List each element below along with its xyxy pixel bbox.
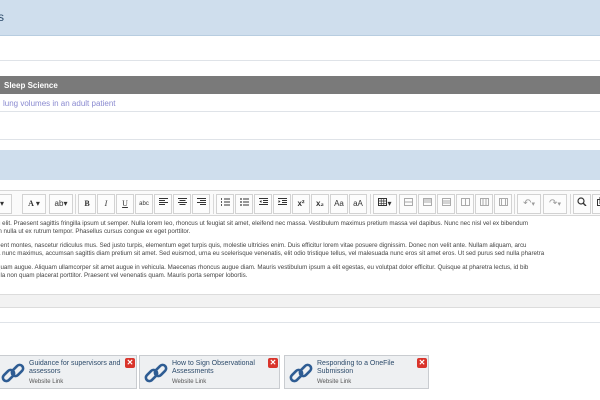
chevron-down-icon: ▾: [63, 199, 68, 208]
resource-card[interactable]: How to Sign Observational Assessments We…: [139, 355, 280, 389]
align-center-icon: [177, 198, 187, 205]
row-insert-after-button[interactable]: [418, 194, 436, 214]
bullet-list-button[interactable]: [235, 194, 253, 214]
col-delete-button[interactable]: [494, 194, 512, 214]
rich-text-editor[interactable]: g elit. Praesent sagittis fringilla ipsu…: [0, 216, 600, 294]
chevron-down-icon: ▾: [35, 199, 40, 208]
redo-button[interactable]: ↷▾: [543, 194, 567, 214]
bold-button[interactable]: B: [78, 194, 96, 214]
table-row-icon: [422, 198, 432, 206]
section-title: Sleep Science: [4, 81, 58, 90]
toolbar-divider: [570, 194, 571, 214]
spellcheck-button[interactable]: [573, 194, 591, 214]
italic-icon: I: [104, 199, 108, 208]
copy-button[interactable]: [592, 194, 600, 214]
page-title: s: [0, 10, 4, 24]
italic-button[interactable]: I: [97, 194, 115, 214]
font-color-icon: A: [28, 199, 34, 208]
section-header: Sleep Science: [0, 76, 600, 94]
card-title[interactable]: Responding to a OneFile Submission: [317, 360, 409, 376]
chevron-down-icon: ▾: [387, 199, 392, 208]
align-right-button[interactable]: [192, 194, 210, 214]
resource-card[interactable]: Guidance for supervisors and assessors W…: [0, 355, 137, 389]
font-color-button[interactable]: A ▾: [22, 194, 46, 214]
align-center-button[interactable]: [173, 194, 191, 214]
ordered-list-icon: [220, 198, 230, 206]
editor-line: ula non quam placerat porttitor. Praesen…: [0, 272, 248, 279]
table-column-icon: [479, 198, 489, 206]
superscript-button[interactable]: x²: [292, 194, 310, 214]
superscript-icon: x²: [297, 199, 305, 208]
row-delete-button[interactable]: [437, 194, 455, 214]
close-icon[interactable]: ✕: [125, 358, 135, 368]
lowercase-button[interactable]: aA: [349, 194, 367, 214]
card-subtitle: Website Link: [317, 379, 352, 385]
align-left-button[interactable]: [154, 194, 172, 214]
toolbar-divider: [213, 194, 214, 214]
table-column-icon: [498, 198, 508, 206]
editor-line: quam augue. Aliquam ullamcorper sit amet…: [0, 264, 529, 271]
underline-button[interactable]: U: [116, 194, 134, 214]
close-icon[interactable]: ✕: [268, 358, 278, 368]
highlight-button[interactable]: ab▾: [49, 194, 73, 214]
card-title[interactable]: How to Sign Observational Assessments: [172, 360, 264, 376]
editor-line: rient montes, nascetur ridiculus mus. Se…: [0, 242, 527, 249]
align-left-icon: [158, 198, 168, 205]
page-header: s: [0, 0, 600, 36]
toolbar-divider: [370, 194, 371, 214]
subscript-button[interactable]: x₂: [311, 194, 329, 214]
chain-link-icon: [289, 363, 313, 383]
resource-card[interactable]: Responding to a OneFile Submission Websi…: [284, 355, 429, 389]
chevron-down-icon: ▾: [0, 199, 4, 208]
col-insert-after-button[interactable]: [475, 194, 493, 214]
empty-row: [0, 112, 600, 140]
table-row-icon: [403, 198, 413, 206]
editor-line: in nulla ut ex rutrum tempor. Phasellus …: [0, 228, 191, 235]
uppercase-button[interactable]: Aa: [330, 194, 348, 214]
editor-statusbar: [0, 294, 600, 308]
strikethrough-button[interactable]: abc: [135, 194, 153, 214]
copy-icon: [596, 197, 600, 206]
table-row-icon: [441, 198, 451, 206]
divider: [0, 322, 600, 323]
spellcheck-icon: [577, 197, 587, 207]
uppercase-icon: Aa: [334, 199, 344, 208]
table-column-icon: [460, 198, 470, 206]
topic-row: lung volumes in an adult patient: [0, 94, 600, 112]
toolbar-divider: [514, 194, 515, 214]
indent-icon: [277, 198, 287, 205]
chevron-down-icon: ▾: [557, 201, 561, 208]
underline-icon: U: [122, 199, 128, 208]
editor-line: g elit. Praesent sagittis fringilla ipsu…: [0, 220, 528, 227]
card-subtitle: Website Link: [172, 379, 207, 385]
outdent-icon: [258, 198, 268, 205]
editor-header-band: [0, 150, 600, 180]
chain-link-icon: [144, 363, 168, 383]
bullet-list-icon: [239, 198, 249, 206]
close-icon[interactable]: ✕: [417, 358, 427, 368]
card-title[interactable]: Guidance for supervisors and assessors: [29, 360, 121, 376]
ordered-list-button[interactable]: [216, 194, 234, 214]
font-size-dropdown[interactable]: ▾: [0, 194, 12, 214]
topic-link[interactable]: lung volumes in an adult patient: [3, 99, 116, 108]
editor-toolbar: ▾ A ▾ ab▾ B I U abc x² x₂ Aa aA ▾ ↶▾ ↷▾: [0, 190, 600, 216]
strikethrough-icon: abc: [139, 201, 149, 207]
outdent-button[interactable]: [254, 194, 272, 214]
row-insert-before-button[interactable]: [399, 194, 417, 214]
bold-icon: B: [84, 199, 90, 208]
align-right-icon: [196, 198, 206, 205]
indent-button[interactable]: [273, 194, 291, 214]
spacer-row: [0, 36, 600, 61]
table-button[interactable]: ▾: [373, 194, 397, 214]
card-subtitle: Website Link: [29, 379, 64, 385]
col-insert-before-button[interactable]: [456, 194, 474, 214]
editor-line: a nunc maximus, accumsan sagittis diam p…: [0, 250, 545, 257]
toolbar-divider: [75, 194, 76, 214]
chain-link-icon: [1, 363, 25, 383]
lowercase-icon: aA: [353, 199, 363, 208]
undo-button[interactable]: ↶▾: [517, 194, 541, 214]
chevron-down-icon: ▾: [531, 201, 535, 208]
subscript-icon: x₂: [315, 199, 324, 208]
